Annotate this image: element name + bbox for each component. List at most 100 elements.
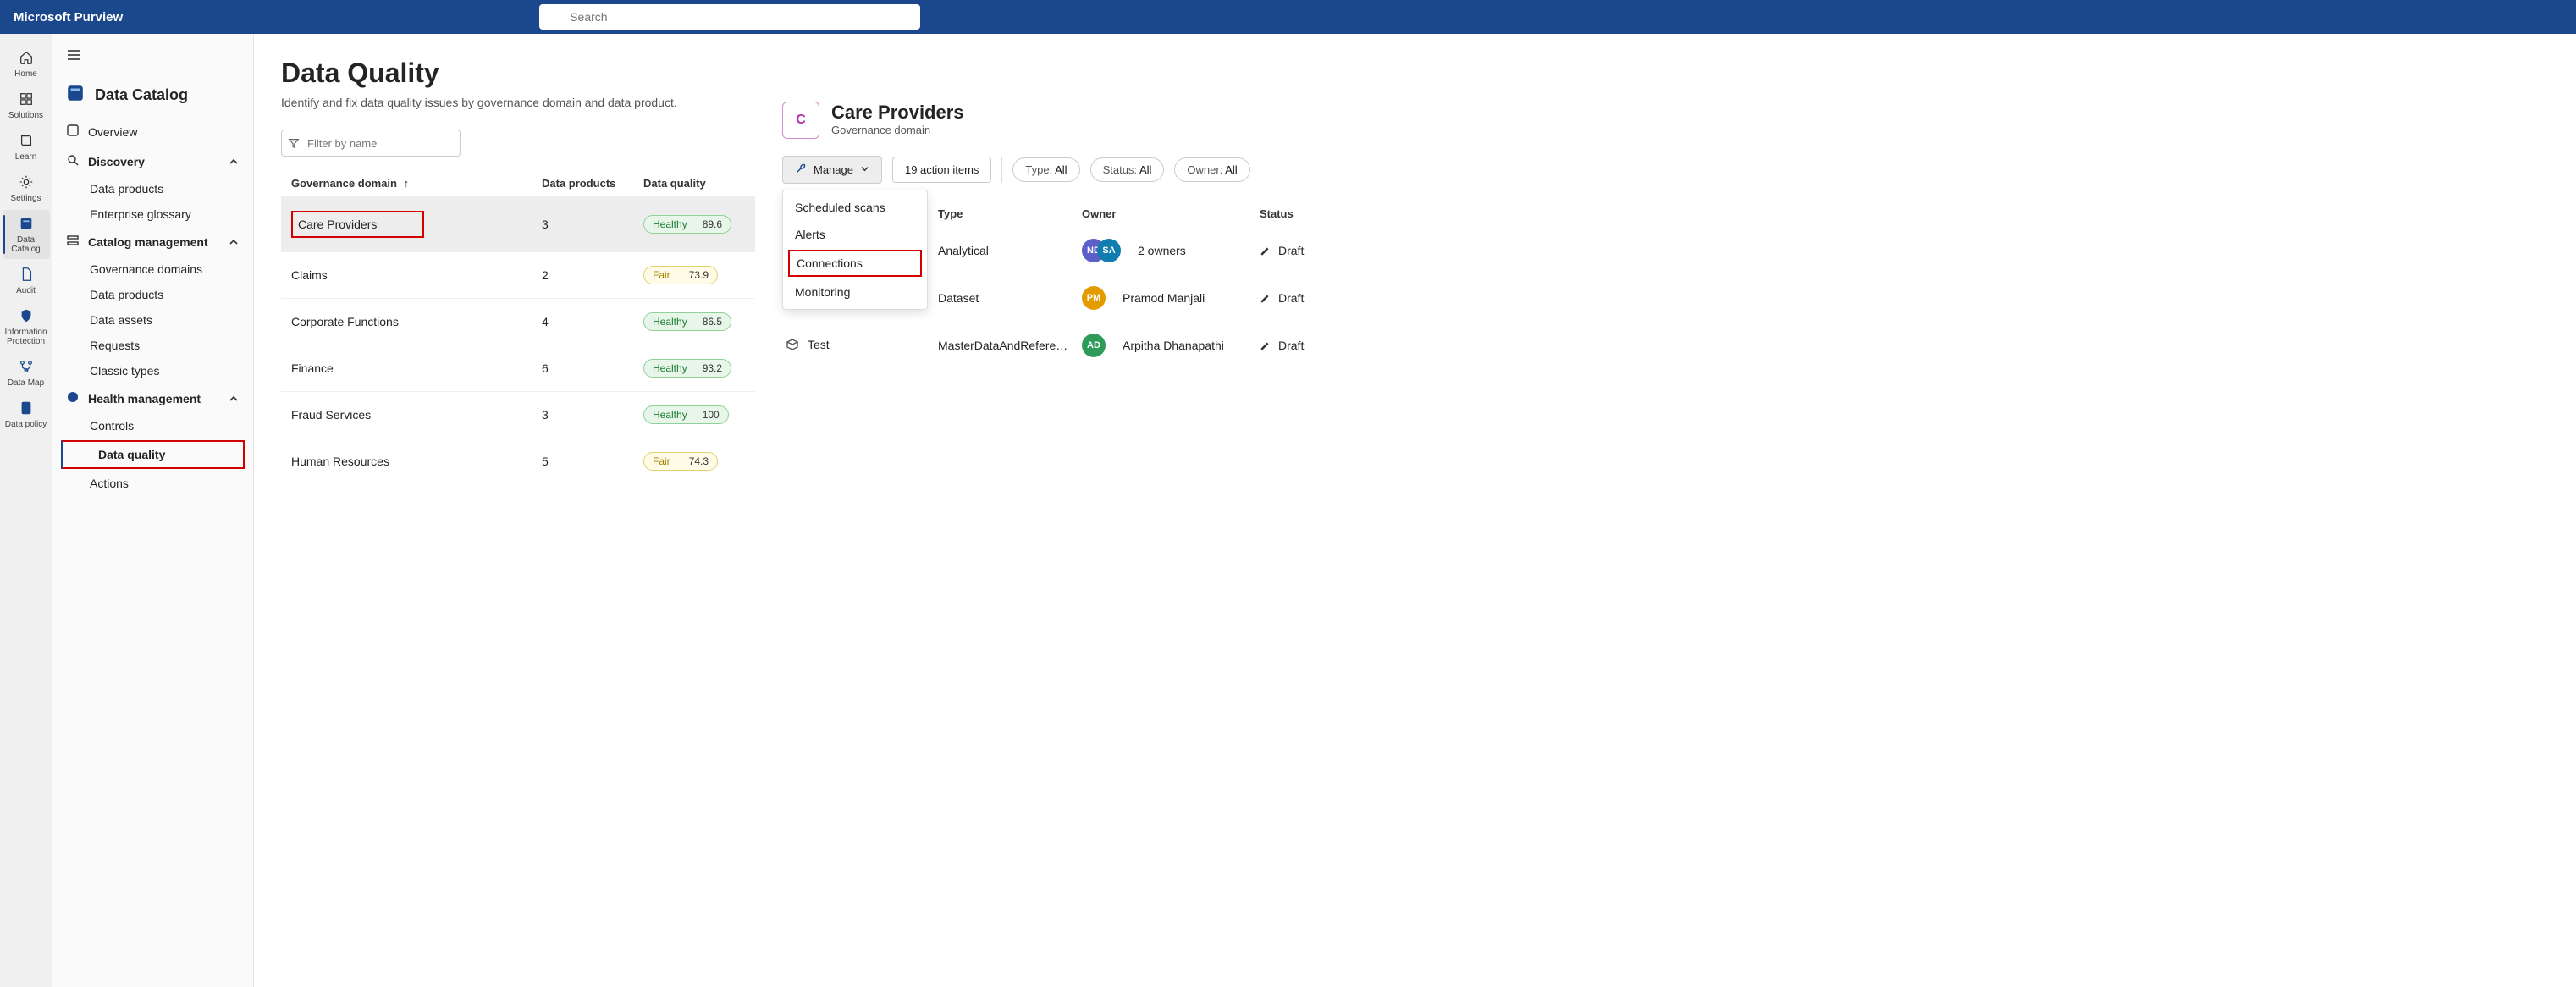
domain-list-panel: Data Quality Identify and fix data quali… [281,58,755,963]
asset-owner: PMPramod Manjali [1082,286,1260,310]
col-data-quality[interactable]: Data quality [643,177,745,190]
rail-home[interactable]: Home [3,44,50,84]
dd-scheduled-scans[interactable]: Scheduled scans [783,194,927,221]
domain-name: Care Providers [291,211,542,238]
chip-owner[interactable]: Owner: All [1174,157,1249,182]
domain-avatar: C [782,102,819,139]
chevron-up-icon [228,393,240,405]
asset-type: Dataset [938,291,1082,305]
sidebar-data-products-disc[interactable]: Data products [52,176,253,201]
manage-button[interactable]: Manage [782,156,882,184]
sidebar-controls[interactable]: Controls [52,413,253,438]
col-asset-type[interactable]: Type [938,207,1082,220]
asset-row[interactable]: AnalyticalNDSA2 ownersDraft [782,227,2549,274]
top-bar: Microsoft Purview [0,0,2576,34]
detail-title: Care Providers [831,102,964,124]
domain-row[interactable]: Finance6Healthy93.2 [281,345,755,391]
col-asset-owner[interactable]: Owner [1082,207,1260,220]
rail-info-protection[interactable]: Information Protection [3,302,50,351]
search-wrap [539,4,920,30]
overview-icon [66,124,80,140]
dd-monitoring[interactable]: Monitoring [783,278,927,306]
brand-label: Microsoft Purview [14,10,123,25]
sidebar-catalog-mgmt[interactable]: Catalog management [52,227,253,256]
gear-icon [18,174,35,190]
rail-data-policy[interactable]: Data policy [3,394,50,434]
domain-row[interactable]: Fraud Services3Healthy100 [281,391,755,438]
search-input[interactable] [539,4,920,30]
sidebar-discovery[interactable]: Discovery [52,146,253,176]
domain-quality: Healthy86.5 [643,312,745,331]
chevron-up-icon [228,156,240,168]
asset-owner: ADArpitha Dhanapathi [1082,334,1260,357]
domain-name: Human Resources [291,455,542,468]
rail-solutions[interactable]: Solutions [3,85,50,125]
sort-asc-icon: ↑ [404,177,410,190]
domain-row[interactable]: Care Providers3Healthy89.6 [281,196,755,251]
col-data-products[interactable]: Data products [542,177,643,190]
domain-name: Finance [291,361,542,375]
filter-icon [288,137,300,149]
dd-alerts[interactable]: Alerts [783,221,927,248]
catalog-icon [66,84,85,107]
manage-dropdown: Scheduled scans Alerts Connections Monit… [782,190,928,310]
sidebar: Data Catalog Overview Discovery Data pro… [52,34,254,987]
asset-row[interactable]: TestMasterDataAndReferen...ADArpitha Dha… [782,322,2549,369]
hamburger-icon[interactable] [66,47,81,65]
sidebar-actions[interactable]: Actions [52,471,253,496]
sidebar-classic-types[interactable]: Classic types [52,358,253,383]
domain-name: Fraud Services [291,408,542,422]
chevron-up-icon [228,236,240,248]
nav-rail: Home Solutions Learn Settings Data Catal… [0,34,52,987]
chip-status[interactable]: Status: All [1090,157,1165,182]
rail-data-map[interactable]: Data Map [3,353,50,393]
asset-type: Analytical [938,244,1082,257]
domain-dp-count: 3 [542,408,643,422]
asset-table-header: Name Type Owner Status [782,201,2549,227]
divider [1001,157,1002,183]
domain-row[interactable]: Human Resources5Fair74.3 [281,438,755,484]
domain-dp-count: 3 [542,218,643,231]
sidebar-data-products-cat[interactable]: Data products [52,282,253,307]
sidebar-overview[interactable]: Overview [52,117,253,146]
sidebar-governance-domains[interactable]: Governance domains [52,256,253,282]
domain-row[interactable]: Claims2Fair73.9 [281,251,755,298]
domain-quality: Healthy100 [643,405,745,424]
shell: Home Solutions Learn Settings Data Catal… [0,34,2576,987]
rail-audit[interactable]: Audit [3,261,50,301]
sidebar-health-mgmt[interactable]: Health management [52,383,253,413]
dd-connections[interactable]: Connections [788,250,922,277]
book-icon [18,132,35,149]
chip-type[interactable]: Type: All [1012,157,1079,182]
sidebar-enterprise-glossary[interactable]: Enterprise glossary [52,201,253,227]
detail-panel: C Care Providers Governance domain Manag… [782,58,2549,963]
domain-quality: Healthy93.2 [643,359,745,378]
sidebar-data-quality[interactable]: Data quality [61,440,245,469]
sidebar-data-assets[interactable]: Data assets [52,307,253,333]
domain-name: Claims [291,268,542,282]
sidebar-requests[interactable]: Requests [52,333,253,358]
domain-row[interactable]: Corporate Functions4Healthy86.5 [281,298,755,345]
rail-settings[interactable]: Settings [3,168,50,208]
domain-name: Corporate Functions [291,315,542,328]
health-icon [66,390,80,406]
domain-dp-count: 5 [542,455,643,468]
chevron-down-icon [860,163,869,176]
wrench-icon [795,163,807,177]
col-governance-domain[interactable]: Governance domain ↑ [291,177,542,190]
asset-owner: NDSA2 owners [1082,239,1260,262]
map-icon [18,358,35,375]
asset-type: MasterDataAndReferen... [938,339,1082,352]
discovery-icon [66,153,80,169]
col-asset-status[interactable]: Status [1260,207,1336,220]
rail-data-catalog[interactable]: Data Catalog [3,210,50,259]
asset-row[interactable]: DatasetPMPramod ManjaliDraft [782,274,2549,322]
asset-status: Draft [1260,339,1336,352]
filter-input[interactable] [281,130,461,157]
main-content: Data Quality Identify and fix data quali… [254,34,2576,987]
sidebar-title: Data Catalog [52,79,253,117]
rail-learn[interactable]: Learn [3,127,50,167]
asset-name: Test [786,338,938,354]
shield-icon [18,307,35,324]
action-items-button[interactable]: 19 action items [892,157,991,183]
